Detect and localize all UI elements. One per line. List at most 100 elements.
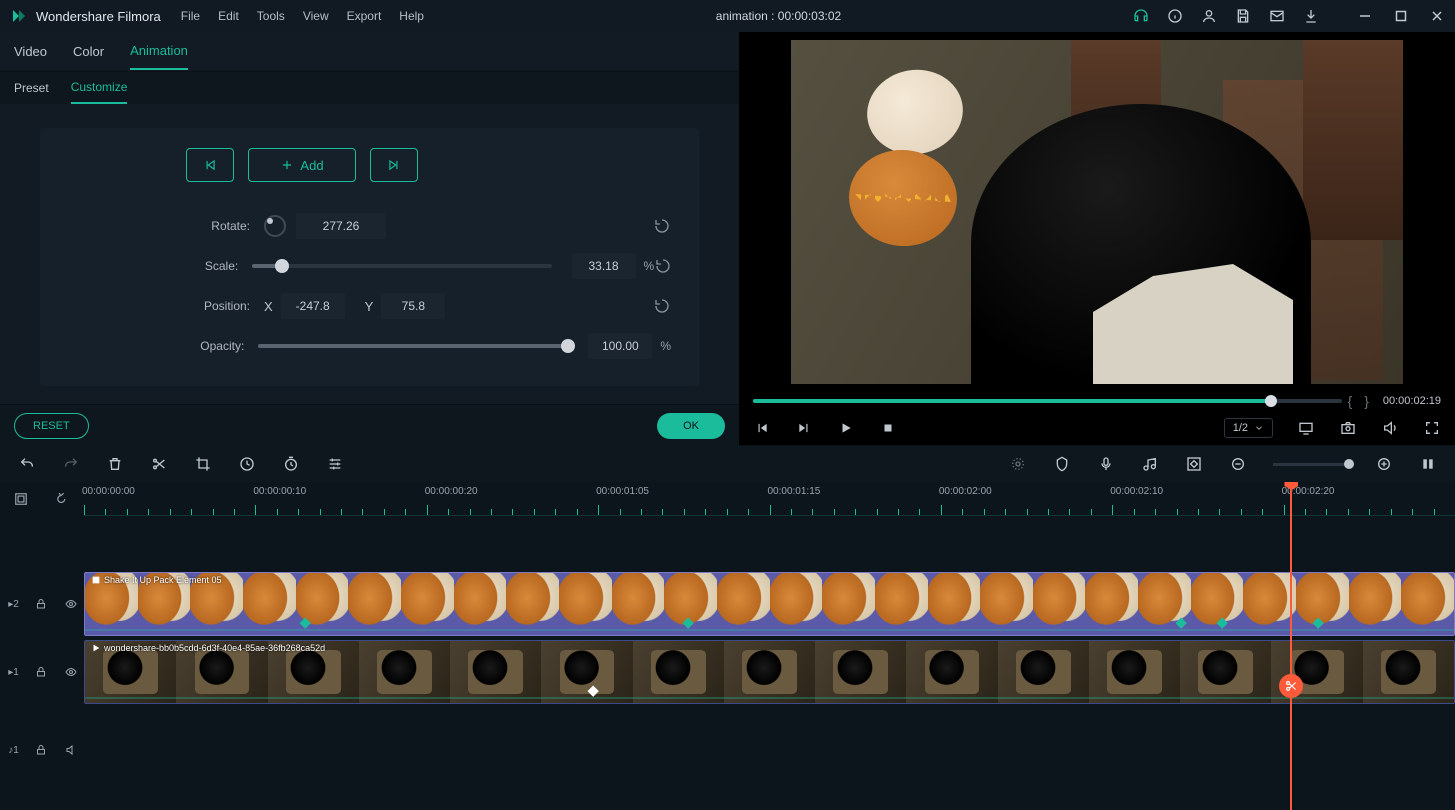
zoom-out-icon[interactable] xyxy=(1229,455,1247,473)
stop-icon[interactable] xyxy=(879,419,897,437)
track-overlay: ▸2 Shake It Up Pack Element 05 xyxy=(0,570,1455,638)
track-main-lock-icon[interactable] xyxy=(35,666,47,678)
preview-zoom-dropdown[interactable]: 1/2 xyxy=(1224,418,1273,438)
preview-timecode: 00:00:02:19 xyxy=(1383,395,1441,407)
marker-icon[interactable] xyxy=(1053,455,1071,473)
step-fwd-icon[interactable] xyxy=(795,419,813,437)
save-icon[interactable] xyxy=(1235,8,1251,24)
clip-overlay[interactable]: Shake It Up Pack Element 05 xyxy=(84,572,1455,636)
track-main: ▸1 wondershare-bb0b5cdd-6d3f-40e4-85ae-3… xyxy=(0,638,1455,706)
subtab-preset[interactable]: Preset xyxy=(14,73,49,103)
play-icon[interactable] xyxy=(837,419,855,437)
scale-input[interactable] xyxy=(572,253,636,279)
titlebar: Wondershare Filmora File Edit Tools View… xyxy=(0,0,1455,32)
inspector-panel: Video Color Animation Preset Customize A… xyxy=(0,32,739,446)
add-keyframe-button[interactable]: Add xyxy=(248,148,356,182)
preview-panel: { } 00:00:02:19 1/2 xyxy=(739,32,1455,446)
next-keyframe-button[interactable] xyxy=(370,148,418,182)
info-icon[interactable] xyxy=(1167,8,1183,24)
mail-icon[interactable] xyxy=(1269,8,1285,24)
position-x-label: X xyxy=(264,299,273,314)
split-icon[interactable] xyxy=(150,455,168,473)
keyframe-diamond-icon[interactable] xyxy=(1185,455,1203,473)
subtab-customize[interactable]: Customize xyxy=(71,72,128,104)
track-audio-id: ♪1 xyxy=(8,745,19,756)
opacity-slider[interactable] xyxy=(258,344,568,348)
track-main-visibility-icon[interactable] xyxy=(64,666,76,678)
window-minimize-icon[interactable] xyxy=(1357,8,1373,24)
auto-ripple-icon[interactable] xyxy=(56,492,70,506)
menu-edit[interactable]: Edit xyxy=(218,9,239,23)
menu-help[interactable]: Help xyxy=(399,9,424,23)
position-label: Position: xyxy=(68,299,264,313)
position-reset-icon[interactable] xyxy=(653,298,671,314)
adjust-icon[interactable] xyxy=(326,455,344,473)
animation-subtabs: Preset Customize xyxy=(0,72,739,104)
window-close-icon[interactable] xyxy=(1429,8,1445,24)
render-icon[interactable] xyxy=(1009,455,1027,473)
position-y-input[interactable] xyxy=(381,293,445,319)
position-y-label: Y xyxy=(365,299,374,314)
rotate-knob[interactable] xyxy=(264,215,286,237)
audio-mixer-icon[interactable] xyxy=(1141,455,1159,473)
app-logo-icon xyxy=(10,7,28,25)
timeline: 00:00:00:0000:00:00:1000:00:00:2000:00:0… xyxy=(0,482,1455,810)
snapshot-icon[interactable] xyxy=(1339,419,1357,437)
volume-icon[interactable] xyxy=(1381,419,1399,437)
scale-slider[interactable] xyxy=(252,264,551,268)
rotate-label: Rotate: xyxy=(68,219,264,233)
position-x-input[interactable] xyxy=(281,293,345,319)
voiceover-icon[interactable] xyxy=(1097,455,1115,473)
tab-animation[interactable]: Animation xyxy=(130,33,188,70)
ok-button[interactable]: OK xyxy=(657,413,725,439)
app-name: Wondershare Filmora xyxy=(36,9,161,24)
opacity-input[interactable] xyxy=(588,333,652,359)
clip-main[interactable]: wondershare-bb0b5cdd-6d3f-40e4-85ae-36fb… xyxy=(84,640,1455,704)
mark-out-icon[interactable]: } xyxy=(1364,393,1369,409)
track-overlay-visibility-icon[interactable] xyxy=(64,598,76,610)
fullscreen-icon[interactable] xyxy=(1423,419,1441,437)
track-audio-mute-icon[interactable] xyxy=(64,744,76,756)
rotate-input[interactable] xyxy=(296,213,386,239)
menu-export[interactable]: Export xyxy=(347,9,382,23)
menu-view[interactable]: View xyxy=(303,9,329,23)
timeline-toolbar xyxy=(0,446,1455,482)
timeline-zoom-slider[interactable] xyxy=(1273,463,1349,466)
track-overlay-lock-icon[interactable] xyxy=(35,598,47,610)
opacity-unit: % xyxy=(660,339,671,353)
zoom-fit-icon[interactable] xyxy=(1419,455,1437,473)
tab-video[interactable]: Video xyxy=(14,34,47,69)
crop-icon[interactable] xyxy=(194,455,212,473)
scale-reset-icon[interactable] xyxy=(654,258,671,274)
timeline-ruler[interactable]: 00:00:00:0000:00:00:1000:00:00:2000:00:0… xyxy=(84,482,1455,516)
menu-tools[interactable]: Tools xyxy=(257,9,285,23)
reset-button[interactable]: RESET xyxy=(14,413,89,439)
track-audio-lock-icon[interactable] xyxy=(35,744,47,756)
manage-tracks-icon[interactable] xyxy=(14,492,28,506)
preview-quality-icon[interactable] xyxy=(1297,419,1315,437)
prev-keyframe-button[interactable] xyxy=(186,148,234,182)
mark-in-icon[interactable]: { xyxy=(1348,393,1353,409)
menu-file[interactable]: File xyxy=(181,9,200,23)
add-keyframe-label: Add xyxy=(300,158,323,173)
duration-icon[interactable] xyxy=(282,455,300,473)
rotate-reset-icon[interactable] xyxy=(653,218,671,234)
preview-canvas[interactable] xyxy=(791,40,1403,384)
window-maximize-icon[interactable] xyxy=(1393,8,1409,24)
download-icon[interactable] xyxy=(1303,8,1319,24)
inspector-tabs: Video Color Animation xyxy=(0,32,739,72)
account-icon[interactable] xyxy=(1201,8,1217,24)
redo-icon[interactable] xyxy=(62,455,80,473)
preview-scrubber[interactable] xyxy=(753,399,1342,403)
menubar: File Edit Tools View Export Help xyxy=(181,9,424,23)
speed-icon[interactable] xyxy=(238,455,256,473)
delete-icon[interactable] xyxy=(106,455,124,473)
project-title: animation : 00:00:03:02 xyxy=(424,9,1133,23)
undo-icon[interactable] xyxy=(18,455,36,473)
tab-color[interactable]: Color xyxy=(73,34,104,69)
step-back-icon[interactable] xyxy=(753,419,771,437)
scale-unit: % xyxy=(644,259,655,273)
zoom-in-icon[interactable] xyxy=(1375,455,1393,473)
track-main-id: ▸1 xyxy=(8,667,19,678)
support-icon[interactable] xyxy=(1133,8,1149,24)
